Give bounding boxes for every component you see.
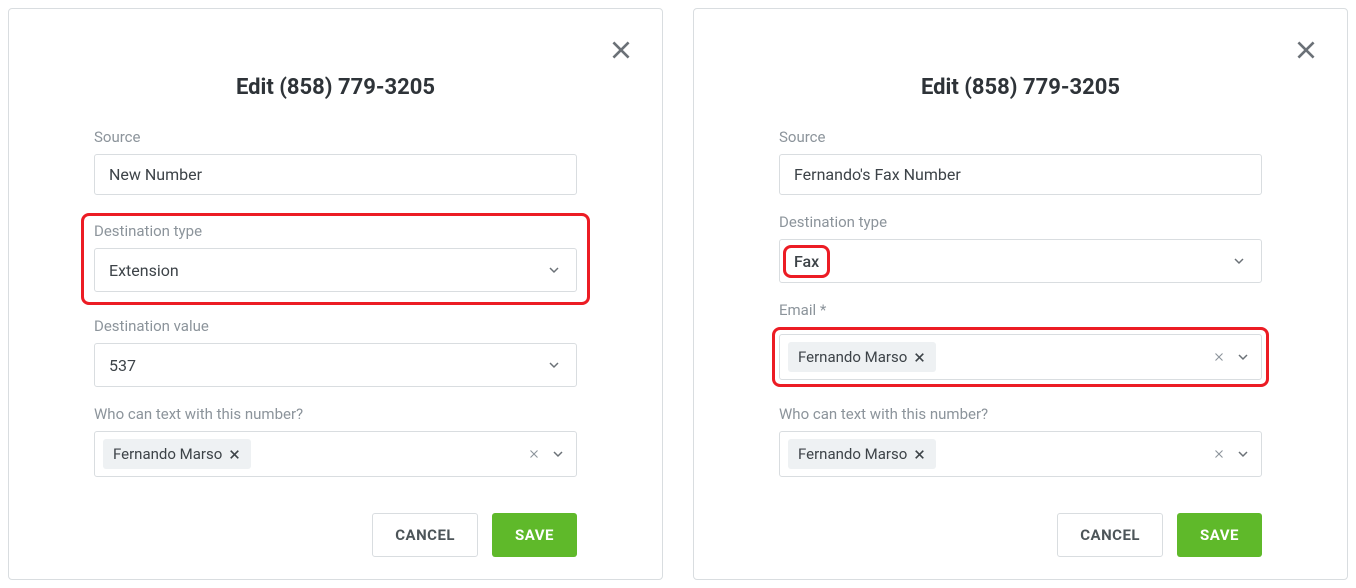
- destination-type-select[interactable]: Fax: [779, 239, 1262, 283]
- save-button[interactable]: SAVE: [1177, 513, 1262, 557]
- close-button[interactable]: [1293, 37, 1319, 63]
- clear-all-button[interactable]: [1213, 448, 1225, 460]
- dialog-title: Edit (858) 779-3205: [39, 75, 632, 100]
- dialog-actions: CANCEL SAVE: [39, 513, 632, 557]
- cancel-button[interactable]: CANCEL: [372, 513, 478, 557]
- tagbox-controls: [1213, 446, 1251, 462]
- close-button[interactable]: [608, 37, 634, 63]
- chevron-down-icon: [550, 446, 566, 462]
- tagbox-controls: [1213, 349, 1251, 365]
- user-chip: Fernando Marso: [103, 439, 251, 469]
- who-can-text-select[interactable]: Fernando Marso: [779, 431, 1262, 477]
- user-chip-label: Fernando Marso: [113, 445, 222, 463]
- cancel-button[interactable]: CANCEL: [1057, 513, 1163, 557]
- source-field: Source: [94, 128, 577, 195]
- chevron-down-icon: [546, 357, 562, 373]
- source-input[interactable]: [94, 154, 577, 195]
- email-label: Email *: [779, 301, 1262, 319]
- chevron-down-icon: [546, 262, 562, 278]
- email-select[interactable]: Fernando Marso: [779, 334, 1262, 380]
- destination-value-label: Destination value: [94, 317, 577, 335]
- user-chip: Fernando Marso: [788, 439, 936, 469]
- chevron-down-icon: [1235, 446, 1251, 462]
- source-field: Source: [779, 128, 1262, 195]
- save-button[interactable]: SAVE: [492, 513, 577, 557]
- chevron-down-icon: [1235, 349, 1251, 365]
- close-icon: [1293, 37, 1319, 63]
- who-can-text-label: Who can text with this number?: [779, 405, 1262, 423]
- destination-type-field: Destination type Extension: [94, 222, 577, 292]
- remove-chip-button[interactable]: [913, 448, 926, 461]
- destination-value-value: 537: [109, 356, 136, 375]
- clear-all-button[interactable]: [528, 448, 540, 460]
- who-can-text-select[interactable]: Fernando Marso: [94, 431, 577, 477]
- email-chip: Fernando Marso: [788, 342, 936, 372]
- highlight-destination-type: Destination type Extension: [81, 213, 590, 305]
- source-label: Source: [779, 128, 1262, 146]
- user-chip-label: Fernando Marso: [798, 445, 907, 463]
- who-can-text-field: Who can text with this number? Fernando …: [779, 405, 1262, 477]
- remove-chip-button[interactable]: [913, 351, 926, 364]
- destination-type-value: Extension: [109, 261, 179, 280]
- source-input[interactable]: [779, 154, 1262, 195]
- destination-type-field: Destination type Fax: [779, 213, 1262, 283]
- who-can-text-label: Who can text with this number?: [94, 405, 577, 423]
- destination-value-select[interactable]: 537: [94, 343, 577, 387]
- destination-type-value-highlight: Fax: [783, 245, 830, 278]
- tagbox-controls: [528, 446, 566, 462]
- source-label: Source: [94, 128, 577, 146]
- dialog-title: Edit (858) 779-3205: [724, 75, 1317, 100]
- remove-chip-button[interactable]: [228, 448, 241, 461]
- dialog-actions: CANCEL SAVE: [724, 513, 1317, 557]
- highlight-email: Fernando Marso: [772, 327, 1269, 387]
- email-field: Email * Fernando Marso: [779, 301, 1262, 387]
- chevron-down-icon: [1231, 253, 1247, 269]
- edit-number-dialog-left: Edit (858) 779-3205 Source Destination t…: [8, 8, 663, 580]
- who-can-text-field: Who can text with this number? Fernando …: [94, 405, 577, 477]
- close-icon: [608, 37, 634, 63]
- edit-number-dialog-right: Edit (858) 779-3205 Source Destination t…: [693, 8, 1348, 580]
- clear-all-button[interactable]: [1213, 351, 1225, 363]
- destination-value-field: Destination value 537: [94, 317, 577, 387]
- destination-type-label: Destination type: [779, 213, 1262, 231]
- destination-type-label: Destination type: [94, 222, 577, 240]
- email-chip-label: Fernando Marso: [798, 348, 907, 366]
- destination-type-select[interactable]: Extension: [94, 248, 577, 292]
- destination-type-value: Fax: [794, 252, 819, 271]
